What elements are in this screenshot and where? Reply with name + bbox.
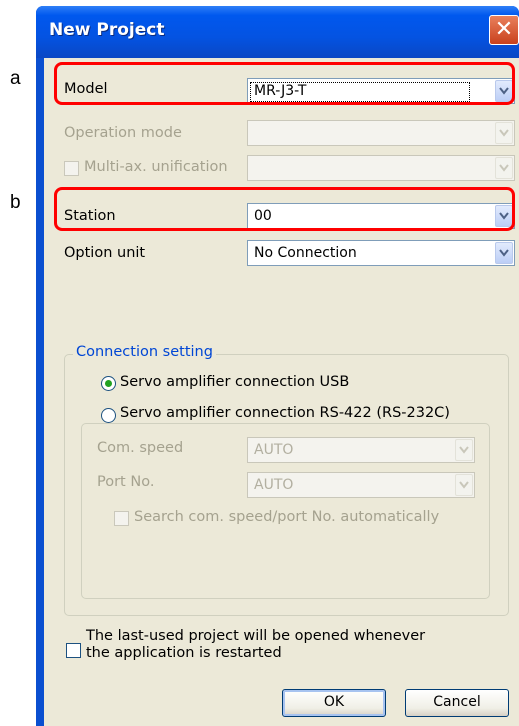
- auto-search-checkbox[interactable]: [114, 511, 129, 526]
- com-speed-value: AUTO: [254, 442, 294, 458]
- chevron-down-icon[interactable]: [495, 122, 513, 144]
- new-project-dialog: New Project ✕ Model MR-J3-T Operation mo…: [36, 6, 519, 726]
- com-speed-label: Com. speed: [97, 440, 184, 456]
- option-unit-select[interactable]: No Connection: [247, 240, 515, 266]
- radio-rs422-label[interactable]: Servo amplifier connection RS-422 (RS-23…: [120, 405, 450, 421]
- connection-setting-title: Connection setting: [73, 344, 216, 360]
- ok-button[interactable]: OK: [282, 689, 386, 717]
- title-bar[interactable]: New Project ✕: [36, 6, 519, 58]
- last-used-checkbox[interactable]: [66, 643, 81, 658]
- highlight-box-model: [54, 62, 515, 105]
- dialog-body: Model MR-J3-T Operation mode Multi-ax. u…: [44, 58, 519, 726]
- chevron-down-icon[interactable]: [455, 439, 473, 461]
- auto-search-label: Search com. speed/port No. automatically: [134, 509, 440, 525]
- option-unit-label: Option unit: [64, 245, 146, 261]
- com-speed-select[interactable]: AUTO: [247, 437, 475, 463]
- multi-axis-select[interactable]: [247, 155, 515, 181]
- operation-mode-select[interactable]: [247, 120, 515, 146]
- radio-selected-icon: [105, 380, 112, 387]
- last-used-label[interactable]: The last-used project will be opened whe…: [86, 628, 425, 662]
- operation-mode-label: Operation mode: [64, 125, 182, 141]
- radio-rs422[interactable]: [101, 408, 116, 423]
- callout-a: a: [10, 68, 21, 89]
- cancel-button[interactable]: Cancel: [405, 689, 509, 717]
- last-used-label-line1: The last-used project will be opened whe…: [86, 628, 426, 644]
- radio-usb-label[interactable]: Servo amplifier connection USB: [120, 374, 349, 390]
- port-no-value: AUTO: [254, 477, 294, 493]
- cancel-button-label: Cancel: [433, 694, 481, 710]
- multi-axis-label: Multi-ax. unification: [84, 159, 228, 175]
- highlight-box-station: [54, 187, 515, 231]
- ok-button-label: OK: [323, 694, 345, 710]
- dialog-title: New Project: [49, 20, 165, 40]
- chevron-down-icon[interactable]: [455, 474, 473, 496]
- close-button[interactable]: ✕: [489, 15, 519, 45]
- chevron-down-icon[interactable]: [495, 242, 513, 264]
- option-unit-value: No Connection: [254, 245, 357, 261]
- multi-axis-checkbox[interactable]: [64, 161, 79, 176]
- radio-usb[interactable]: [101, 376, 116, 391]
- port-no-select[interactable]: AUTO: [247, 472, 475, 498]
- chevron-down-icon[interactable]: [495, 157, 513, 179]
- callout-b: b: [10, 192, 21, 213]
- last-used-label-line2: the application is restarted: [86, 645, 282, 661]
- close-icon: ✕: [494, 17, 514, 42]
- port-no-label: Port No.: [97, 474, 155, 490]
